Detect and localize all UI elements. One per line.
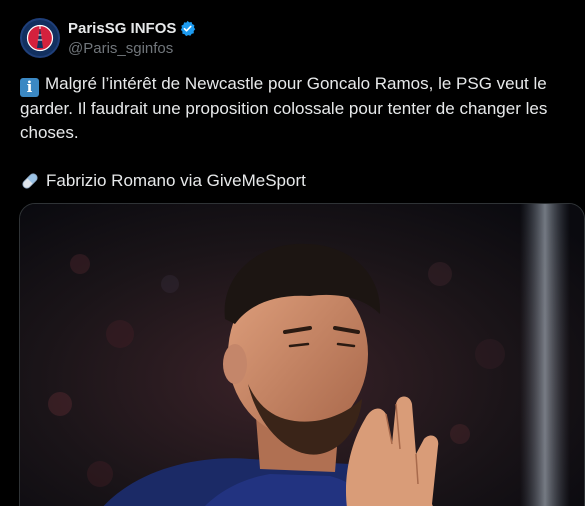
tweet-text-content: Malgré l’intérêt de Newcastle pour Gonca… <box>20 74 548 142</box>
player-photo <box>20 204 584 506</box>
information-emoji-icon: i <box>20 78 39 97</box>
account-handle[interactable]: @Paris_sginfos <box>68 39 196 59</box>
tweet-credit: Fabrizio Romano via GiveMeSport <box>20 169 306 193</box>
avatar[interactable] <box>20 18 60 58</box>
tweet-media[interactable] <box>19 203 585 506</box>
tweet-header: ParisSG INFOS @Paris_sginfos <box>20 18 196 59</box>
psg-crest-icon <box>23 21 57 55</box>
display-name-row: ParisSG INFOS <box>68 19 196 38</box>
credit-text: Fabrizio Romano via GiveMeSport <box>46 171 306 190</box>
tweet-text: i Malgré l’intérêt de Newcastle pour Gonc… <box>20 72 572 145</box>
pill-icon <box>22 173 38 189</box>
tweet[interactable]: ParisSG INFOS @Paris_sginfos i Malgré l’i… <box>0 0 585 506</box>
verified-badge-icon[interactable] <box>179 20 196 37</box>
account-names: ParisSG INFOS @Paris_sginfos <box>68 19 196 59</box>
display-name[interactable]: ParisSG INFOS <box>68 19 176 38</box>
